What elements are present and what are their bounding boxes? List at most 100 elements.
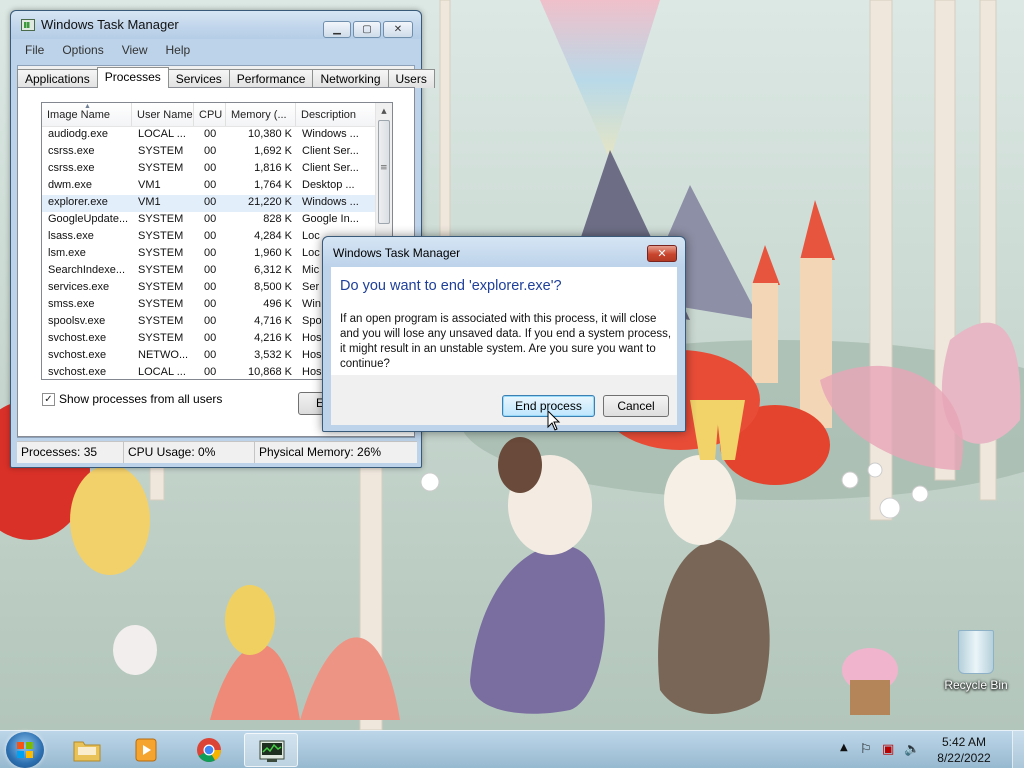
cell-memory: 1,960 K [254,247,292,259]
column-description[interactable]: Description [296,103,376,126]
task-manager-titlebar[interactable]: Windows Task Manager ▁ ▢ ✕ [11,11,421,39]
cell-memory: 4,716 K [254,315,292,327]
cell-user: LOCAL ... [138,366,186,378]
tab-users[interactable]: Users [387,69,435,88]
table-row[interactable]: csrss.exe SYSTEM 00 1,692 K Client Ser... [42,144,392,161]
menu-file[interactable]: File [15,41,52,61]
taskbar-task-manager-button[interactable] [244,733,298,767]
cell-memory: 4,284 K [254,230,292,242]
table-row[interactable]: audiodg.exe LOCAL ... 00 10,380 K Windows ..… [42,127,392,144]
cell-cpu: 00 [204,315,217,327]
menu-view[interactable]: View [112,41,156,61]
task-manager-title: Windows Task Manager [41,17,179,32]
cell-memory: 8,500 K [254,281,292,293]
cell-cpu: 00 [204,230,217,242]
cell-description: Windows ... [302,128,359,140]
cell-image: GoogleUpdate... [48,213,129,225]
column-memory[interactable]: Memory (... [226,103,296,126]
dialog-footer: End process Cancel [331,375,677,425]
table-row[interactable]: explorer.exe VM1 00 21,220 K Windows ... [42,195,392,212]
cell-cpu: 00 [204,196,217,208]
tab-networking[interactable]: Networking [312,69,389,88]
cell-image: audiodg.exe [48,128,108,140]
maximize-button[interactable]: ▢ [353,21,381,38]
menu-options[interactable]: Options [52,41,111,61]
recycle-bin-desktop-icon[interactable]: Recycle Bin [936,630,1016,692]
cell-image: csrss.exe [48,145,95,157]
show-hidden-icons-icon[interactable]: ▲ [840,742,848,753]
clock-date: 8/22/2022 [937,751,991,765]
task-manager-app-icon [21,19,35,31]
close-button[interactable]: ✕ [383,21,413,38]
cell-image: svchost.exe [48,366,107,378]
network-icon[interactable]: ▣ [882,742,894,757]
cell-user: SYSTEM [138,315,184,327]
cell-image: dwm.exe [48,179,93,191]
cell-user: SYSTEM [138,162,184,174]
cell-user: SYSTEM [138,247,184,259]
show-desktop-button[interactable] [1012,731,1024,768]
status-physical-memory: Physical Memory: 26% [259,445,382,459]
start-button[interactable] [6,732,44,768]
status-processes: Processes: 35 [17,442,124,463]
taskbar-explorer-button[interactable] [60,733,114,767]
cell-cpu: 00 [204,264,217,276]
recycle-bin-icon [958,630,994,674]
column-cpu[interactable]: CPU [194,103,226,126]
sort-ascending-icon: ▲ [84,103,91,110]
table-row[interactable]: dwm.exe VM1 00 1,764 K Desktop ... [42,178,392,195]
show-all-processes-option[interactable]: ✓ Show processes from all users [42,392,222,406]
tab-strip: Applications Processes Services Performa… [17,67,435,88]
cell-image: csrss.exe [48,162,95,174]
cell-user: SYSTEM [138,332,184,344]
caption-buttons: ▁ ▢ ✕ [323,21,413,38]
cell-memory: 6,312 K [254,264,292,276]
tab-services[interactable]: Services [167,69,230,88]
cell-image: svchost.exe [48,349,107,361]
scroll-thumb[interactable] [378,120,390,224]
cell-image: SearchIndexe... [48,264,126,276]
action-center-icon[interactable]: ⚐ [860,742,872,757]
taskbar-media-player-button[interactable] [120,733,174,767]
volume-icon[interactable]: 🔈 [904,742,920,757]
cell-cpu: 00 [204,213,217,225]
cell-description: Windows ... [302,196,359,208]
minimize-button[interactable]: ▁ [323,21,351,38]
dialog-titlebar[interactable]: Windows Task Manager ✕ [323,237,685,267]
column-image-name[interactable]: ▲ Image Name [42,103,132,126]
tab-processes[interactable]: Processes [96,67,169,88]
menu-bar: File Options View Help [15,41,198,61]
dialog-title: Windows Task Manager [333,246,461,260]
cell-image: svchost.exe [48,332,107,344]
taskbar-chrome-button[interactable] [182,733,236,767]
clock[interactable]: 5:42 AM 8/22/2022 [934,734,994,766]
cell-user: NETWO... [138,349,189,361]
cell-user: SYSTEM [138,230,184,242]
end-process-dialog: Windows Task Manager ✕ Do you want to en… [322,236,686,432]
show-all-checkbox[interactable]: ✓ [42,392,55,406]
scroll-up-arrow-icon[interactable]: ▲ [376,103,392,120]
cell-memory: 21,220 K [247,196,292,208]
tab-performance[interactable]: Performance [228,69,314,88]
cell-cpu: 00 [204,366,217,378]
dialog-message: If an open program is associated with th… [340,313,672,370]
chrome-icon [197,738,221,763]
table-row[interactable]: GoogleUpdate... SYSTEM 00 828 K Google In... [42,212,392,229]
dialog-close-button[interactable]: ✕ [647,245,677,262]
cell-image: spoolsv.exe [48,315,106,327]
folder-icon [73,741,101,762]
cell-user: SYSTEM [138,298,184,310]
media-player-icon [135,738,157,762]
cancel-button[interactable]: Cancel [603,395,669,417]
cell-cpu: 00 [204,179,217,191]
cell-description: Desktop ... [302,179,355,191]
menu-help[interactable]: Help [156,41,199,61]
tab-applications[interactable]: Applications [17,69,98,88]
cell-user: VM1 [138,179,161,191]
column-user-name[interactable]: User Name [132,103,194,126]
cell-cpu: 00 [204,128,217,140]
recycle-bin-label: Recycle Bin [944,678,1008,692]
cell-user: LOCAL ... [138,128,186,140]
table-row[interactable]: csrss.exe SYSTEM 00 1,816 K Client Ser... [42,161,392,178]
windows-logo-icon [17,742,33,758]
